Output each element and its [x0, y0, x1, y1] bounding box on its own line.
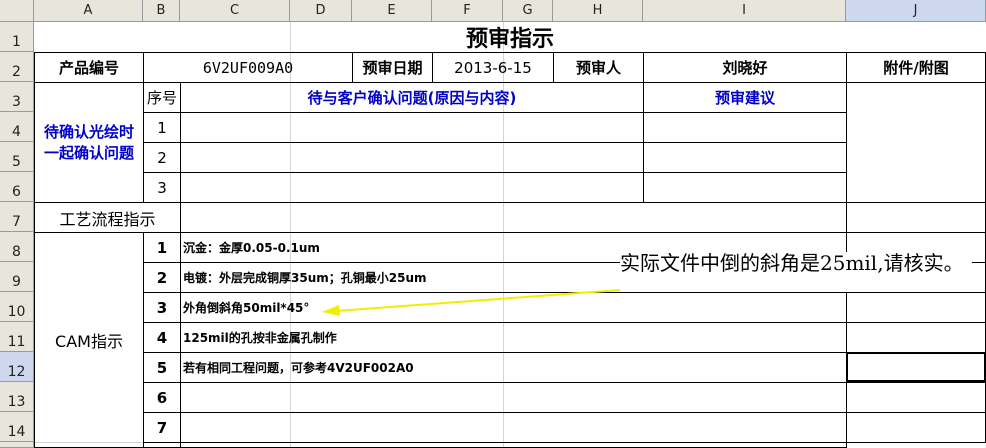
arrow-head: [322, 305, 340, 316]
callout-arrow: [322, 289, 621, 316]
arrow-line: [335, 289, 621, 312]
review-comment-callout[interactable]: 实际文件中倒的斜角是25mil,请核实。: [620, 252, 972, 292]
